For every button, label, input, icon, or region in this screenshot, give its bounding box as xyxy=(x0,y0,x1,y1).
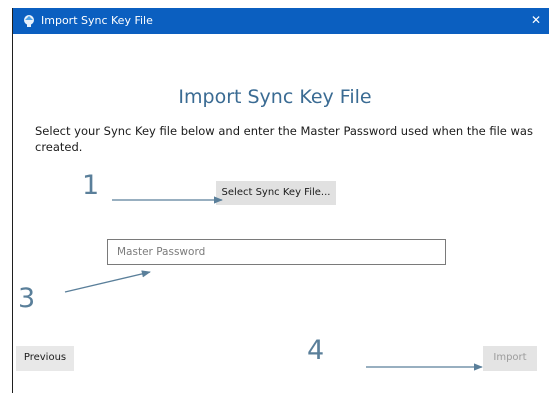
annotation-arrow-3 xyxy=(64,270,151,293)
annotation-step-1: 1 xyxy=(82,170,100,201)
annotation-step-3: 3 xyxy=(18,283,36,314)
annotation-step-4: 4 xyxy=(307,335,325,366)
